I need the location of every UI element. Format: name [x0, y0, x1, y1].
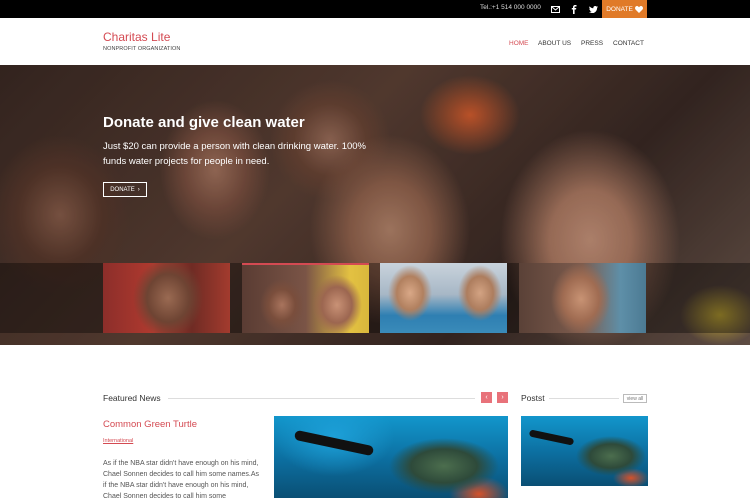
prev-arrow-button[interactable]: ‹ [481, 392, 492, 403]
donate-top-label: DONATE [606, 5, 633, 13]
diver-shape [293, 429, 375, 457]
hero-donate-button[interactable]: DONATE › [103, 182, 147, 197]
site-tagline: NONPROFIT ORGANIZATION [103, 46, 181, 52]
article-category[interactable]: International [103, 438, 133, 444]
nav-press[interactable]: PRESS [581, 40, 603, 47]
donate-top-button[interactable]: DONATE [602, 0, 647, 18]
nav-home[interactable]: HOME [509, 40, 529, 47]
view-all-button[interactable]: view all [623, 394, 647, 403]
envelope-icon[interactable] [549, 3, 561, 15]
hero-slider: Donate and give clean water Just $20 can… [0, 65, 750, 345]
slide-thumbnail-1[interactable] [103, 263, 230, 333]
chevron-left-icon: ‹ [485, 394, 488, 401]
phone-number: Tel.:+1 514 000 0000 [480, 4, 541, 11]
diver-shape [528, 429, 575, 446]
section-divider [549, 398, 619, 399]
heart-icon [634, 5, 643, 13]
featured-news-heading: Featured News [103, 393, 161, 403]
chevron-right-icon: › [137, 186, 140, 193]
chevron-right-icon: › [501, 394, 504, 401]
hero-title: Donate and give clean water [103, 114, 305, 131]
section-divider [168, 398, 475, 399]
twitter-icon[interactable] [587, 3, 599, 15]
nav-contact[interactable]: CONTACT [613, 40, 644, 47]
article-title[interactable]: Common Green Turtle [103, 419, 197, 430]
top-bar: Tel.:+1 514 000 0000 DONATE [0, 0, 750, 18]
featured-article-image[interactable] [274, 416, 508, 498]
hero-text: Just $20 can provide a person with clean… [103, 141, 366, 167]
site-logo[interactable]: Charitas Lite [103, 30, 170, 44]
posts-heading: Postst [521, 393, 545, 403]
nav-about-us[interactable]: ABOUT US [538, 40, 571, 47]
article-excerpt: As if the NBA star didn't have enough on… [103, 460, 260, 498]
slide-thumbnail-4[interactable] [519, 263, 646, 333]
site-header: Charitas Lite NONPROFIT ORGANIZATION HOM… [0, 18, 750, 65]
next-arrow-button[interactable]: › [497, 392, 508, 403]
post-thumbnail-image[interactable] [521, 416, 648, 486]
slide-thumbnail-3[interactable] [380, 263, 507, 333]
facebook-icon[interactable] [568, 3, 580, 15]
slide-thumbnail-2[interactable] [242, 263, 369, 333]
hero-donate-label: DONATE [110, 186, 135, 193]
